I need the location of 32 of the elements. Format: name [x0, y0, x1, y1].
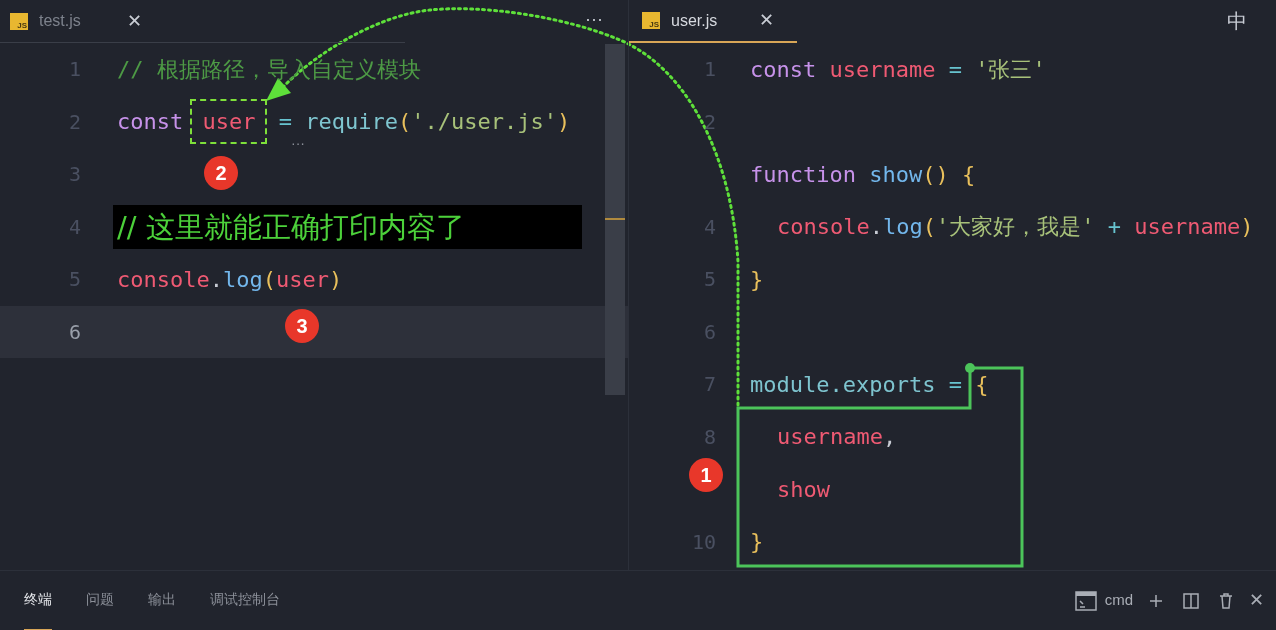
code-text: show: [777, 475, 830, 504]
close-tab-button[interactable]: ✕: [127, 7, 142, 35]
editor-tab[interactable]: JS user.js ✕: [629, 0, 797, 43]
javascript-file-icon: JS: [10, 12, 28, 30]
layout-button[interactable]: 中: [1227, 6, 1247, 36]
line-number: 6: [67, 318, 82, 346]
code-text: }: [750, 528, 764, 557]
code-text: = require('./user.js'): [277, 108, 571, 137]
close-tab-button[interactable]: ✕: [759, 7, 774, 34]
editor-tab[interactable]: JS test.js ✕: [0, 0, 405, 43]
codelens-hint: ···: [291, 136, 305, 150]
panel-tab[interactable]: 问题: [86, 570, 114, 630]
terminal-selector[interactable]: cmd: [1104, 589, 1133, 612]
close-panel-button[interactable]: ✕: [1249, 587, 1264, 614]
panel-tab[interactable]: 终端: [24, 570, 52, 630]
code-text: const username = '张三': [750, 55, 1046, 84]
code-text: console.log('大家好，我是' + username): [777, 213, 1254, 242]
more-actions-button[interactable]: ···: [585, 6, 603, 33]
code-text: module.exports = {: [750, 370, 989, 399]
dashed-highlight-box: user: [190, 99, 268, 145]
code-text: const: [117, 108, 185, 137]
code-text: function show() {: [750, 160, 976, 189]
step-badge: 1: [689, 458, 723, 492]
code-text: }: [750, 265, 764, 294]
panel-tab[interactable]: 调试控制台: [210, 570, 280, 630]
javascript-file-icon: JS: [642, 12, 660, 29]
panel-tab[interactable]: 输出: [148, 570, 176, 630]
code-text: username,: [777, 423, 897, 452]
annotation-comment: // 这里就能正确打印内容了: [113, 204, 582, 249]
step-badge: 2: [204, 156, 238, 190]
code-text: console.log(user): [117, 265, 343, 294]
line-number: 2: [702, 108, 717, 136]
